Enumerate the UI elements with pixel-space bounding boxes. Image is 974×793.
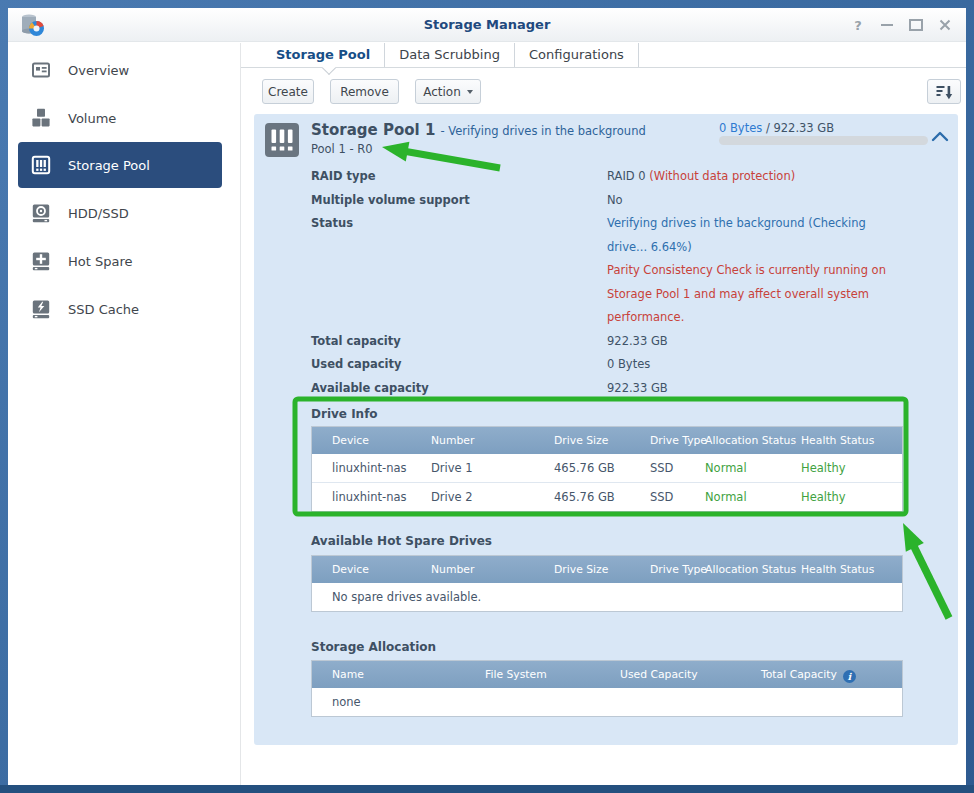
sidebar-item-label: Storage Pool	[68, 158, 150, 173]
sidebar-item-label: SSD Cache	[68, 302, 139, 317]
storage-manager-window: Storage Manager ? Overview Volume	[8, 8, 966, 785]
table-row[interactable]: linuxhint-nasDrive 2465.76 GBSSDNormalHe…	[312, 482, 902, 511]
close-icon[interactable]	[938, 18, 952, 32]
hdd-icon	[30, 202, 52, 224]
pool-usage: 0 Bytes / 922.33 GB	[719, 121, 834, 135]
sort-button[interactable]	[927, 79, 961, 104]
table-row[interactable]: linuxhint-nasDrive 1465.76 GBSSDNormalHe…	[312, 454, 902, 482]
titlebar[interactable]: Storage Manager ?	[8, 8, 966, 42]
action-button[interactable]: Action	[415, 79, 481, 104]
tab-bar: Storage Pool Data Scrubbing Configuratio…	[241, 43, 966, 68]
info-icon[interactable]: i	[843, 670, 856, 683]
tab-data-scrubbing[interactable]: Data Scrubbing	[385, 43, 515, 67]
tab-configurations[interactable]: Configurations	[515, 43, 639, 67]
hot-spare-empty-row: No spare drives available.	[312, 583, 902, 611]
sidebar-item-label: Overview	[68, 63, 129, 78]
detail-row: Used capacity0 Bytes	[311, 353, 931, 377]
pool-title: Storage Pool 1	[311, 121, 435, 139]
storage-pool-panel-icon	[265, 123, 299, 161]
tab-storage-pool[interactable]: Storage Pool	[262, 43, 385, 67]
hot-spare-icon	[30, 250, 52, 272]
sidebar-item-label: Volume	[68, 111, 116, 126]
hot-spare-header: DeviceNumberDrive SizeDrive TypeAllocati…	[312, 556, 902, 583]
storage-allocation-row: none	[312, 688, 902, 716]
window-title: Storage Manager	[8, 17, 966, 32]
storage-pool-panel: Storage Pool 1 - Verifying drives in the…	[254, 114, 958, 745]
volume-icon	[30, 107, 52, 129]
sidebar-item-label: HDD/SSD	[68, 206, 129, 221]
sidebar-item-ssd-cache[interactable]: SSD Cache	[18, 286, 222, 332]
sort-icon	[934, 82, 954, 102]
storage-allocation-title: Storage Allocation	[311, 640, 436, 654]
detail-row: StatusVerifying drives in the background…	[311, 212, 931, 330]
collapse-chevron-icon[interactable]	[930, 128, 950, 142]
drive-info-title: Drive Info	[311, 407, 378, 421]
chevron-down-icon	[467, 90, 473, 94]
sidebar-item-hdd-ssd[interactable]: HDD/SSD	[18, 190, 222, 236]
storage-allocation-table: NameFile SystemUsed CapacityTotal Capaci…	[311, 660, 903, 717]
drive-info-table: DeviceNumberDrive SizeDrive TypeAllocati…	[311, 426, 903, 512]
drive-info-header: DeviceNumberDrive SizeDrive TypeAllocati…	[312, 427, 902, 454]
sidebar-item-overview[interactable]: Overview	[18, 47, 222, 93]
storage-allocation-header: NameFile SystemUsed CapacityTotal Capaci…	[312, 661, 902, 688]
sidebar-item-label: Hot Spare	[68, 254, 133, 269]
hot-spare-title: Available Hot Spare Drives	[311, 534, 492, 548]
detail-row: Multiple volume supportNo	[311, 189, 931, 213]
sidebar: Overview Volume Storage Pool HDD/SSD Hot…	[8, 43, 240, 785]
sidebar-item-storage-pool[interactable]: Storage Pool	[18, 142, 222, 188]
sidebar-item-hot-spare[interactable]: Hot Spare	[18, 238, 222, 284]
create-button[interactable]: Create	[262, 79, 314, 104]
overview-icon	[30, 59, 52, 81]
detail-row: Total capacity922.33 GB	[311, 330, 931, 354]
ssd-cache-icon	[30, 298, 52, 320]
maximize-icon[interactable]	[909, 18, 923, 32]
detail-row: RAID typeRAID 0 (Without data protection…	[311, 165, 931, 189]
remove-button[interactable]: Remove	[330, 79, 399, 104]
storage-pool-icon	[30, 154, 52, 176]
hot-spare-table: DeviceNumberDrive SizeDrive TypeAllocati…	[311, 555, 903, 612]
usage-progress-bar	[719, 136, 928, 145]
used-bytes-link[interactable]: 0 Bytes	[719, 121, 762, 135]
help-icon[interactable]: ?	[851, 18, 865, 32]
pool-details: RAID typeRAID 0 (Without data protection…	[311, 165, 931, 400]
active-tab-pointer	[322, 61, 336, 75]
pool-subtitle: Pool 1 - R0	[311, 142, 373, 156]
sidebar-item-volume[interactable]: Volume	[18, 95, 222, 141]
pool-status-inline: - Verifying drives in the background	[440, 124, 645, 138]
minimize-icon[interactable]	[880, 18, 894, 32]
detail-row: Available capacity922.33 GB	[311, 377, 931, 401]
